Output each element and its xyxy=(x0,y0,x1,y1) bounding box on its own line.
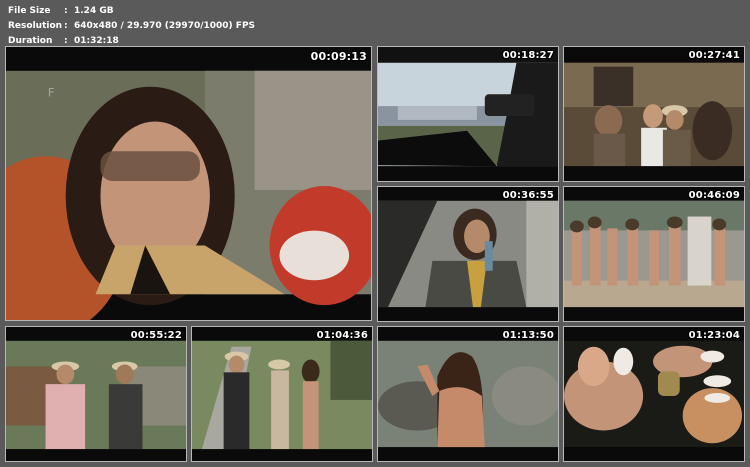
timestamp-label: 00:36:55 xyxy=(502,190,554,201)
timestamp-label: 00:55:22 xyxy=(130,330,182,341)
film-frame-group-outdoors xyxy=(564,187,744,321)
timestamp-label: 01:23:04 xyxy=(688,330,740,341)
file-size-row: File Size : 1.24 GB xyxy=(8,4,255,19)
file-size-value: 1.24 GB xyxy=(74,6,114,16)
svg-text:F: F xyxy=(48,86,55,100)
file-size-label: File Size xyxy=(8,6,51,16)
resolution-value: 640x480 / 29.970 (29970/1000) FPS xyxy=(74,21,256,31)
thumbnail-9[interactable]: 01:23:04 xyxy=(563,326,745,462)
thumbnail-8[interactable]: 01:13:50 xyxy=(377,326,559,462)
timestamp-label: 00:18:27 xyxy=(502,50,554,61)
timestamp-label: 00:09:13 xyxy=(310,50,367,63)
timestamp-label: 00:46:09 xyxy=(688,190,740,201)
film-frame-woman-back-rocks xyxy=(378,327,558,461)
thumbnail-3[interactable]: 00:27:41 xyxy=(563,46,745,182)
resolution-separator: : xyxy=(64,21,68,31)
thumbnail-4[interactable]: 00:36:55 xyxy=(377,186,559,322)
file-info-panel: File Size : 1.24 GB Resolution : 640x480… xyxy=(8,4,255,49)
thumbnail-2[interactable]: 00:18:27 xyxy=(377,46,559,182)
film-frame-crowd-building xyxy=(564,47,744,181)
timestamp-label: 00:27:41 xyxy=(688,50,740,61)
film-frame-men-in-hats xyxy=(6,327,186,461)
resolution-row: Resolution : 640x480 / 29.970 (29970/100… xyxy=(8,19,255,34)
film-frame-figures-on-path xyxy=(192,327,372,461)
timestamp-label: 01:13:50 xyxy=(502,330,554,341)
resolution-label: Resolution xyxy=(8,21,63,31)
thumbnail-1[interactable]: F 00:09:13 xyxy=(5,46,372,321)
film-frame-hands-closeup xyxy=(564,327,744,461)
film-frame-car-window-stadium xyxy=(378,47,558,181)
film-frame-man-drinking xyxy=(378,187,558,321)
thumbnail-5[interactable]: 00:46:09 xyxy=(563,186,745,322)
timestamp-label: 01:04:36 xyxy=(316,330,368,341)
film-frame-closeup-sunglasses: F xyxy=(6,47,371,320)
file-size-separator: : xyxy=(64,6,68,16)
thumbnail-6[interactable]: 00:55:22 xyxy=(5,326,187,462)
thumbnail-7[interactable]: 01:04:36 xyxy=(191,326,373,462)
